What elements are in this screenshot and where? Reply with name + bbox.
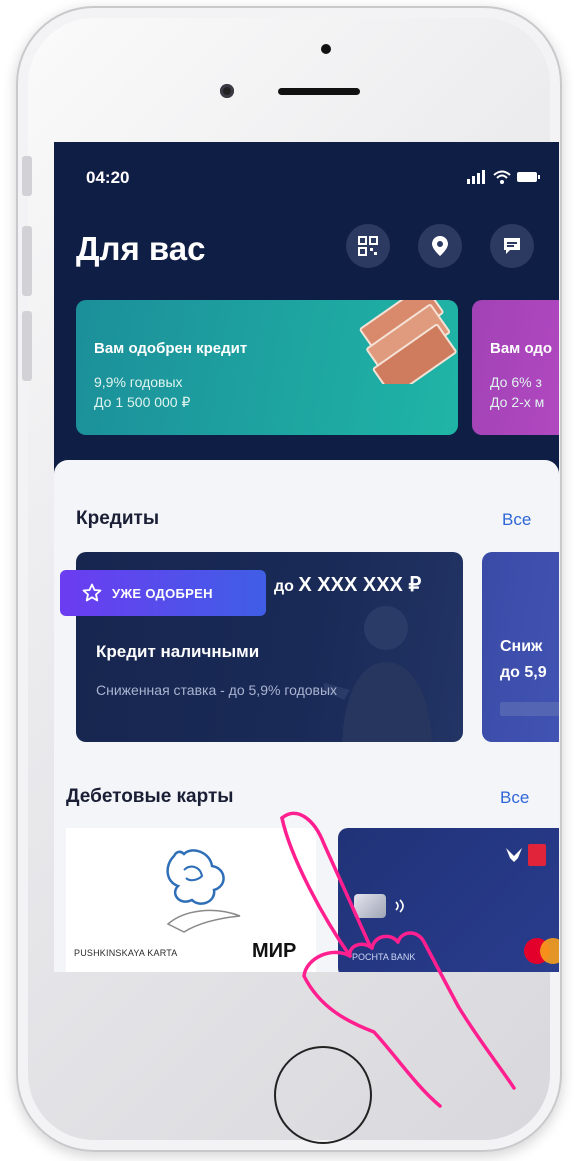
promo-title: Вам одобрен кредит (94, 340, 248, 357)
person-image (324, 606, 432, 742)
promo-card-deposit[interactable]: Вам одо До 6% з До 2-х м (472, 300, 559, 435)
volume-down-button (22, 311, 32, 381)
earpiece-speaker (278, 88, 360, 95)
status-time: 04:20 (86, 168, 130, 187)
map-button[interactable] (418, 224, 462, 268)
promo-rate: До 6% з (490, 374, 542, 390)
qr-scan-button[interactable] (346, 224, 390, 268)
star-icon (82, 583, 102, 602)
battery-icon (517, 172, 540, 182)
card-rate: до 5,9 (500, 664, 547, 681)
chat-button[interactable] (490, 224, 534, 268)
promo-title: Вам одо (490, 340, 553, 357)
status-icons (467, 170, 541, 184)
credits-all-link[interactable]: Все (502, 510, 531, 530)
volume-up-button (22, 226, 32, 296)
tap-gesture-hand-icon (280, 811, 516, 1108)
card-label: PUSHKINSKAYA KARTA (74, 948, 178, 958)
credits-section-title: Кредиты (76, 508, 160, 529)
mute-switch (22, 156, 32, 196)
card-footnote (500, 702, 559, 716)
banknotes-image (359, 300, 457, 384)
sensor-dot (321, 44, 331, 54)
promo-term: До 2-х м (490, 394, 545, 410)
promo-rate: 9,9% годовых (94, 374, 183, 390)
amount-value: X XXX XXX ₽ (298, 574, 422, 596)
badge-label: УЖЕ ОДОБРЕН (112, 585, 213, 601)
credit-amount: до X XXX XXX ₽ (274, 572, 421, 597)
card-headline: Сниж (500, 638, 543, 655)
qr-code-icon (358, 236, 378, 256)
signal-icon (467, 170, 485, 184)
page-title: Для вас (76, 230, 206, 267)
credit-name: Кредит наличными (96, 642, 260, 661)
promo-card-credit-approved[interactable]: Вам одобрен кредит 9,9% годовых До 1 500… (76, 300, 458, 435)
chat-icon (504, 238, 520, 254)
reduced-rate-credit-card[interactable]: Сниж до 5,9 (482, 552, 559, 742)
location-pin-icon (432, 236, 448, 256)
approved-badge: УЖЕ ОДОБРЕН (60, 570, 266, 616)
wifi-icon (493, 170, 511, 184)
promo-limit: До 1 500 000 ₽ (94, 394, 191, 410)
debit-section-title: Дебетовые карты (66, 786, 234, 807)
amount-prefix: до (274, 578, 294, 595)
credit-description: Сниженная ставка - до 5,9% годовых (96, 682, 338, 698)
front-camera (220, 84, 234, 98)
pushkin-portrait-logo (166, 849, 241, 933)
